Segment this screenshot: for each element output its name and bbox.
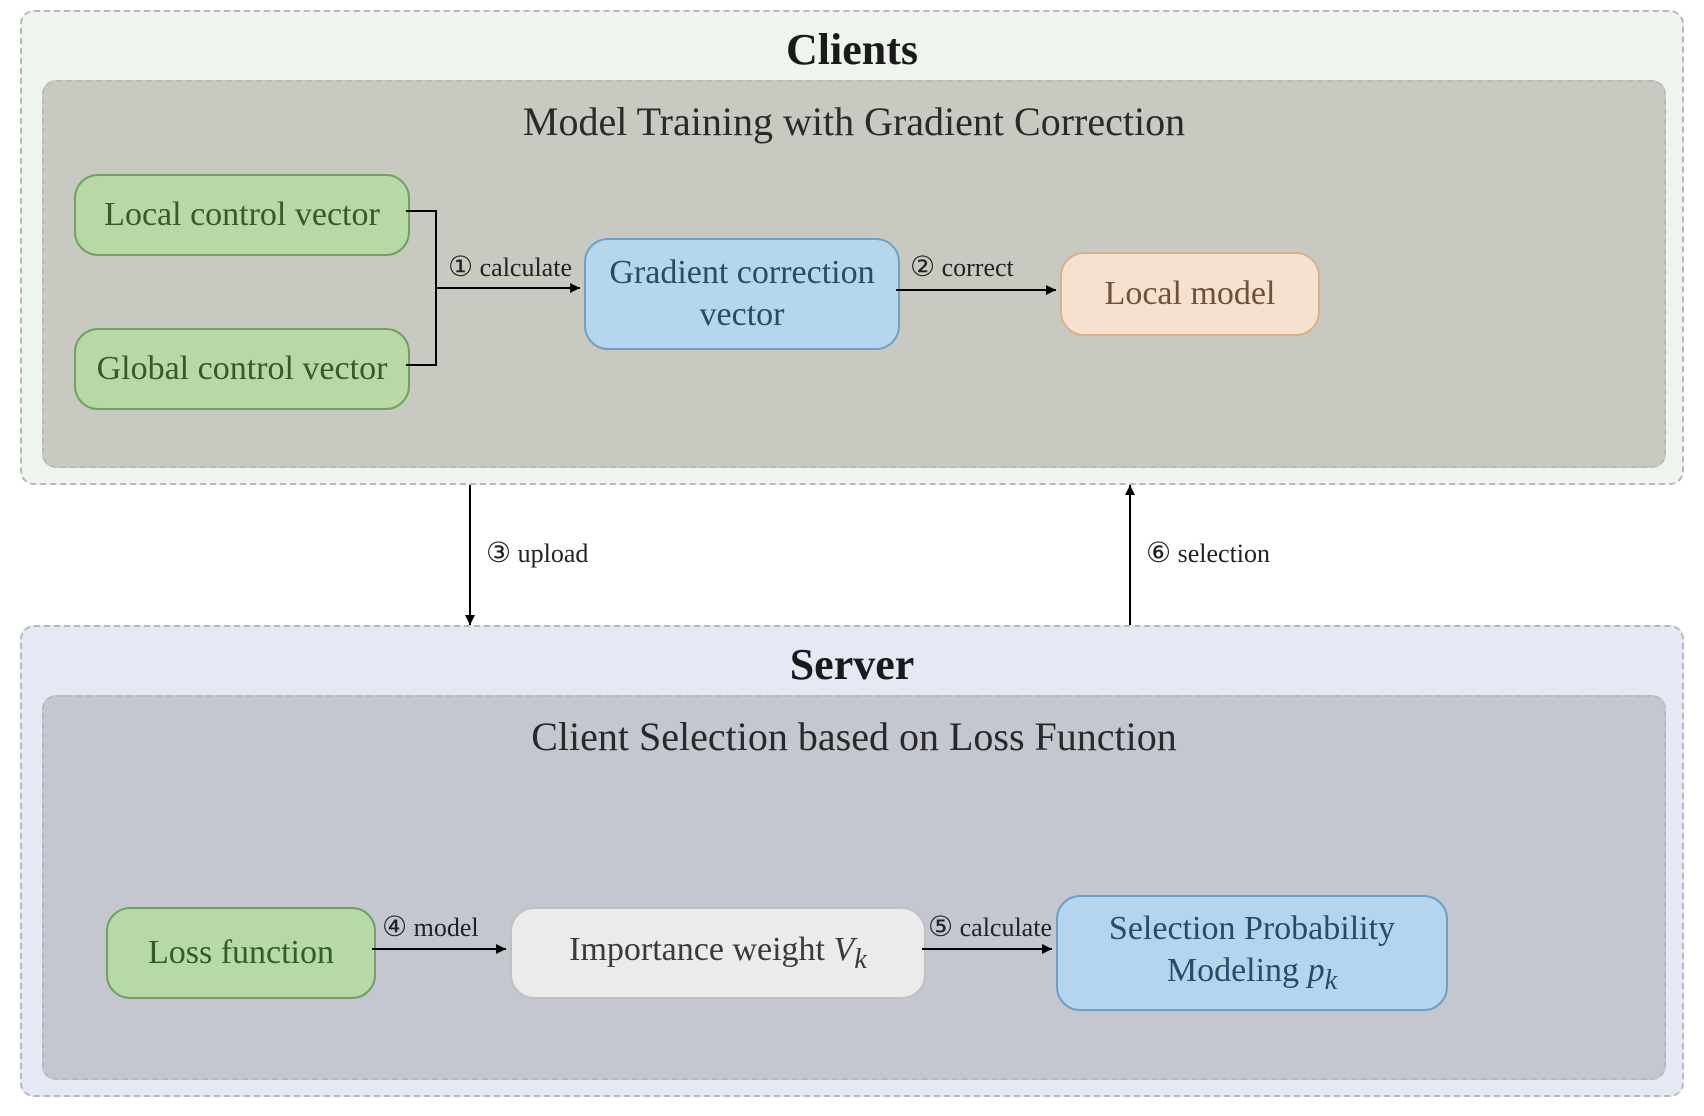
edge-step6-num: ⑥ selection	[1146, 536, 1270, 570]
edge-step3-num: ③ upload	[486, 536, 588, 570]
server-panel-title: Client Selection based on Loss Function	[44, 713, 1664, 760]
node-label: Modeling	[1167, 952, 1308, 989]
node-label: vector	[700, 296, 785, 333]
node-label: Global control vector	[97, 348, 388, 391]
node-label: Gradient correction	[609, 254, 874, 291]
edge-step2-num: ② correct	[910, 250, 1014, 284]
node-selection-probability: Selection Probability Modeling pk	[1056, 895, 1448, 1011]
node-importance-weight: Importance weight Vk	[510, 907, 926, 999]
edge-step1-num: ① calculate	[448, 250, 572, 284]
node-label: Loss function	[148, 932, 334, 975]
server-title: Server	[22, 639, 1682, 690]
node-label: Importance weight	[569, 931, 833, 968]
node-local-control-vector: Local control vector	[74, 174, 410, 256]
node-label: Selection Probability	[1109, 910, 1395, 947]
server-panel: Client Selection based on Loss Function …	[42, 695, 1666, 1080]
server-section: Server Client Selection based on Loss Fu…	[20, 625, 1684, 1097]
var-p: p	[1308, 952, 1325, 989]
clients-title: Clients	[22, 24, 1682, 75]
var-v: V	[834, 931, 855, 968]
node-loss-function: Loss function	[106, 907, 376, 999]
node-label: Local control vector	[104, 194, 380, 237]
node-gradient-correction-vector: Gradient correction vector	[584, 238, 900, 350]
clients-panel-title: Model Training with Gradient Correction	[44, 98, 1664, 145]
edge-step5-num: ⑤ calculate	[928, 910, 1052, 944]
node-local-model: Local model	[1060, 252, 1320, 336]
edge-step4-num: ④ model	[382, 910, 479, 944]
clients-section: Clients Model Training with Gradient Cor…	[20, 10, 1684, 485]
sub-k: k	[1325, 965, 1338, 996]
node-global-control-vector: Global control vector	[74, 328, 410, 410]
sub-k: k	[854, 944, 867, 975]
clients-panel: Model Training with Gradient Correction …	[42, 80, 1666, 468]
node-label: Local model	[1105, 273, 1276, 316]
